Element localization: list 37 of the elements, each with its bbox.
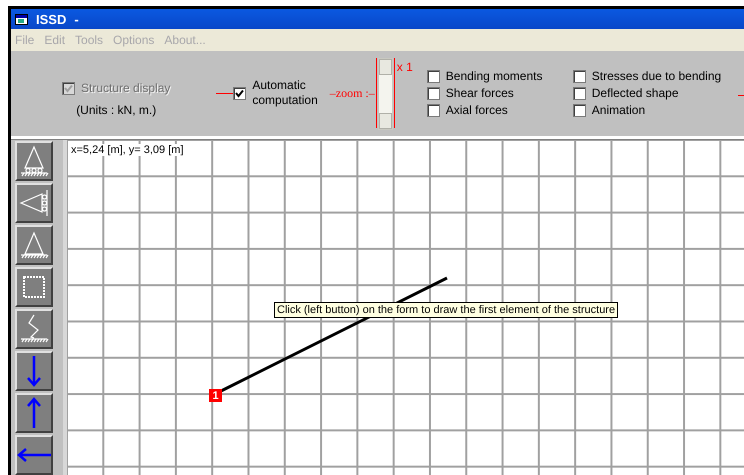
window-icon [15, 14, 28, 25]
checkbox-label: Stresses due to bending [592, 69, 722, 84]
leader-line [216, 92, 234, 94]
window-subtitle: - [74, 12, 79, 27]
checkbox-label: Automatic [252, 78, 307, 94]
checkbox-label: Animation [592, 103, 646, 118]
node-label: 1 [209, 389, 222, 402]
zoom-scrollbar[interactable] [378, 58, 393, 130]
tool-button[interactable] [15, 435, 53, 475]
checkbox[interactable] [572, 70, 586, 83]
coordinates-label: x=5,24 [m], y= 3,09 [m] [70, 144, 184, 156]
tool-button[interactable] [15, 351, 53, 391]
leader-line [738, 94, 744, 96]
zoom-label: –zoom :– [330, 86, 375, 101]
checkbox-label: Structure display [81, 81, 170, 96]
checkbox-label: Shear forces [446, 86, 514, 100]
tool-button[interactable] [15, 309, 53, 349]
checkbox[interactable] [426, 104, 440, 117]
checkbox-label: Axial forces [446, 103, 508, 118]
checkbox-label: computation [252, 93, 318, 108]
checkbox[interactable] [233, 86, 246, 100]
tool-button[interactable] [15, 225, 53, 265]
window-title: ISSD [36, 12, 66, 27]
tool-button[interactable] [15, 267, 53, 307]
checkbox-label: Deflected shape [592, 86, 678, 100]
checkbox[interactable] [426, 86, 440, 100]
tool-button[interactable] [15, 183, 53, 223]
drawing-canvas[interactable]: x=5,24 [m], y= 3,09 [m] 1 Click (left button) on the form to draw the first element of the structure [63, 140, 744, 475]
checkbox-label: Bending moments [446, 69, 542, 84]
tooltip: Click (left button) on the form to draw the first element of the structure [274, 302, 618, 318]
checkbox[interactable] [572, 104, 586, 117]
checkbox[interactable] [572, 86, 586, 100]
tool-button[interactable] [15, 393, 53, 433]
tool-button[interactable] [15, 141, 53, 181]
units-label: (Units : kN, m.) [76, 103, 156, 118]
zoom-value: x 1 [396, 60, 413, 74]
checkbox[interactable] [426, 70, 440, 83]
